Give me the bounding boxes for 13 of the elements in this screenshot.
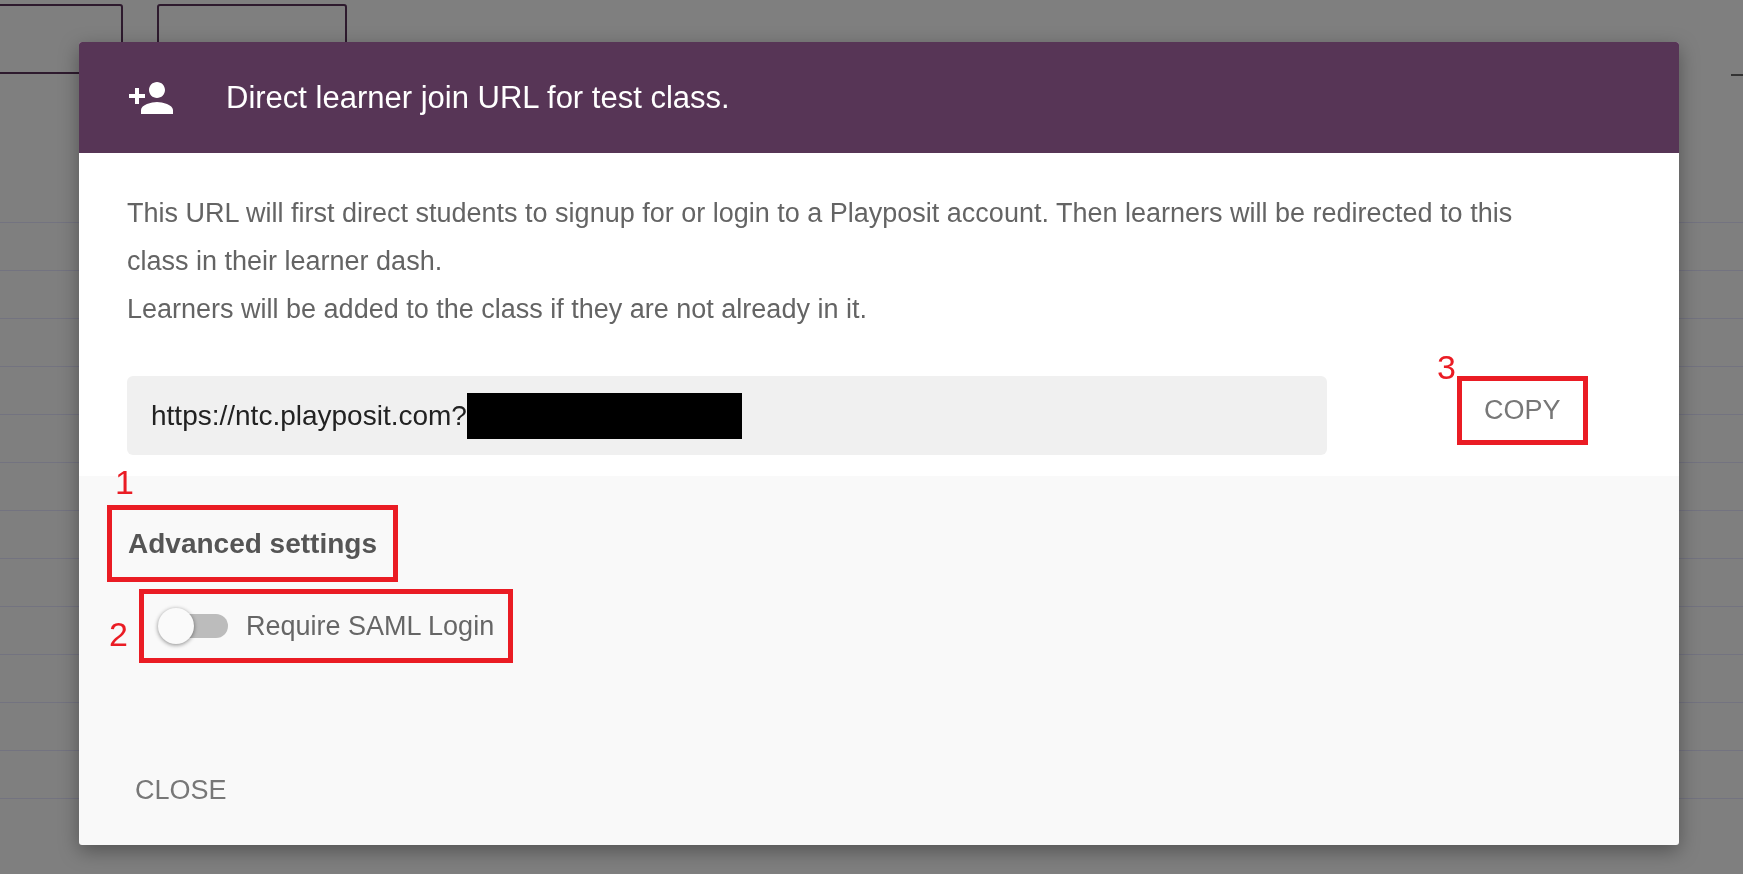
url-field[interactable]: https://ntc.playposit.com? [127, 376, 1327, 455]
description-text: This URL will first direct students to signup for or login to a Playposit account. Then learners will be redirected to this class in their learner dash. [127, 197, 1514, 278]
annotation-number: 1 [115, 465, 134, 499]
toggle-switch[interactable] [158, 608, 228, 644]
close-button[interactable]: CLOSE [107, 765, 243, 816]
copy-button[interactable]: COPY [1462, 381, 1583, 440]
annotation-number: 3 [1437, 350, 1456, 384]
dialog-title: Direct learner join URL for test class. [226, 79, 730, 116]
annotation-number: 2 [109, 617, 128, 651]
description-text: Learners will be added to the class if they are not already in it. [127, 293, 868, 326]
url-text: https://ntc.playposit.com? [151, 399, 467, 432]
section-heading: Advanced settings [127, 527, 378, 561]
toggle-label: Require SAML Login [246, 610, 495, 642]
